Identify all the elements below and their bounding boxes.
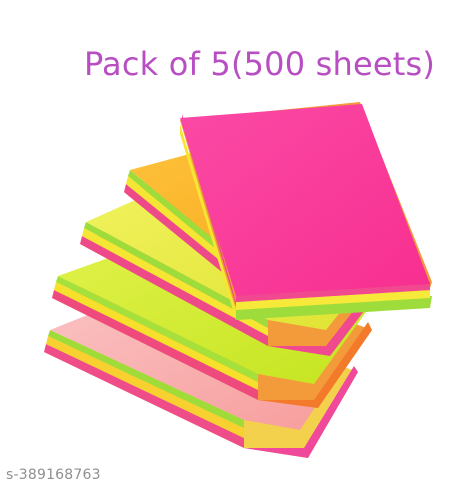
pack-headline: Pack of 5(500 sheets) bbox=[84, 45, 436, 83]
sku-code: s-389168763 bbox=[6, 467, 101, 483]
